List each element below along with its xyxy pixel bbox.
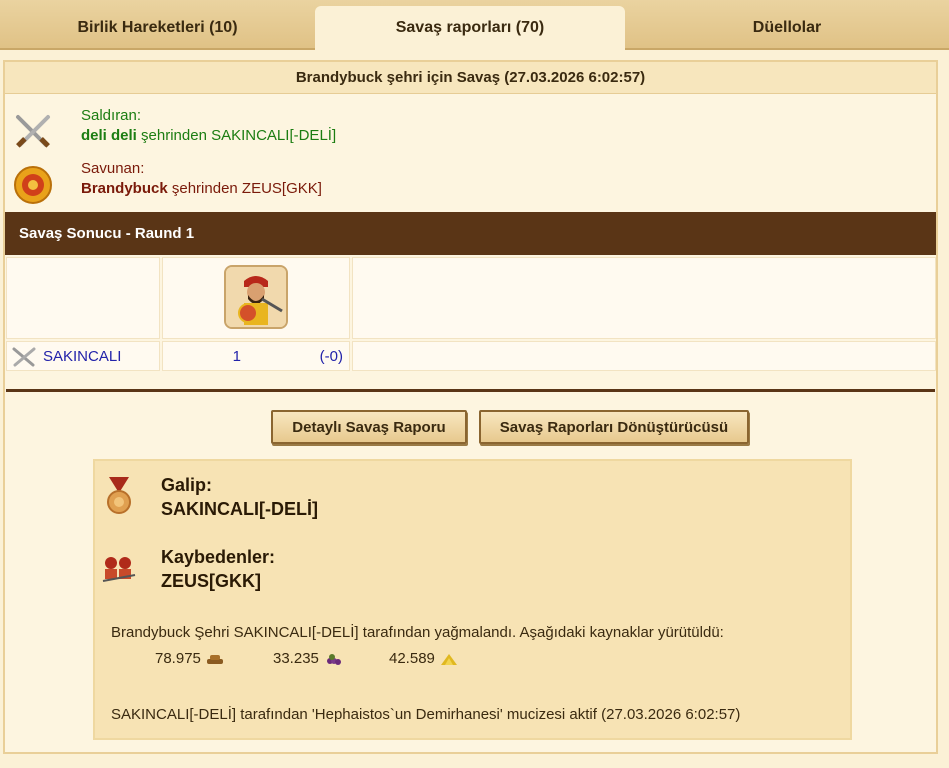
unit-losses: (-0) [319,348,343,365]
losers-label: Kaybedenler: [161,547,276,567]
crossed-swords-icon [12,347,36,367]
resource-wine: 33.235 [273,650,343,667]
table-row-counts: 1 (-0) [162,341,350,371]
wood-icon [206,654,223,664]
report-title: Brandybuck şehri için Savaş (27.03.2026 … [5,62,936,94]
table-row-filler [352,341,936,371]
unit-count: 1 [232,348,241,365]
attacker-text: Saldıran: deli deli şehrinden SAKINCALI[… [81,106,336,146]
attacker-line: deli deli şehrinden SAKINCALI[-DELİ] [81,127,337,144]
resource-wood: 78.975 [155,650,225,667]
medal-icon [107,477,131,514]
grid-filler-cell [352,257,936,339]
attacker-player[interactable]: SAKINCALI[-DELİ] [211,127,336,144]
shield-icon [14,166,52,204]
battle-result-header: Savaş Sonucu - Raund 1 [5,212,936,255]
wonder-text: SAKINCALI[-DELİ] tarafından 'Hephaistos`… [111,706,741,723]
report-converter-button[interactable]: Savaş Raporları Dönüştürücüsü [479,410,749,444]
section-divider [6,389,935,392]
tab-troop-movements[interactable]: Birlik Hareketleri (10) [0,6,315,50]
grid-empty-cell [6,257,160,339]
winner-name[interactable]: SAKINCALI[-DELİ] [161,499,318,520]
attacker-block: Saldıran: deli deli şehrinden SAKINCALI[… [13,106,613,154]
sulfur-icon [440,653,457,665]
attacker-city[interactable]: deli deli [81,127,137,144]
defender-line: Brandybuck şehrinden ZEUS[GKK] [81,180,322,197]
defender-city[interactable]: Brandybuck [81,180,168,197]
defender-label: Savunan: [81,160,145,177]
defender-block: Savunan: Brandybuck şehrinden ZEUS[GKK] [13,159,613,207]
defender-player[interactable]: ZEUS[GKK] [242,180,322,197]
winner-label: Galip: [161,475,213,495]
plunder-text: Brandybuck Şehri SAKINCALI[-DELİ] tarafı… [111,624,724,641]
row-player-name[interactable]: SAKINCALI [43,348,121,365]
grid-unit-cell [162,257,350,339]
hoplite-unit-icon[interactable] [224,265,288,329]
wine-icon [326,653,341,665]
resource-sulfur: 42.589 [389,650,459,667]
attacker-label: Saldıran: [81,107,142,124]
battle-report-panel: Brandybuck şehri için Savaş (27.03.2026 … [3,60,938,754]
tab-battle-reports[interactable]: Savaş raporları (70) [315,6,625,50]
battle-summary: Galip: SAKINCALI[-DELİ] Kaybedenler: ZEU… [93,459,852,740]
detailed-report-button[interactable]: Detaylı Savaş Raporu [271,410,467,444]
tab-duels[interactable]: Düellolar [625,6,949,50]
crossed-swords-icon [16,115,50,148]
fallen-soldiers-icon [102,557,136,582]
defender-text: Savunan: Brandybuck şehrinden ZEUS[GKK] [81,159,322,199]
losers-name[interactable]: ZEUS[GKK] [161,571,261,592]
table-row-player: SAKINCALI [6,341,160,371]
tab-bar: Birlik Hareketleri (10) Savaş raporları … [0,0,949,50]
